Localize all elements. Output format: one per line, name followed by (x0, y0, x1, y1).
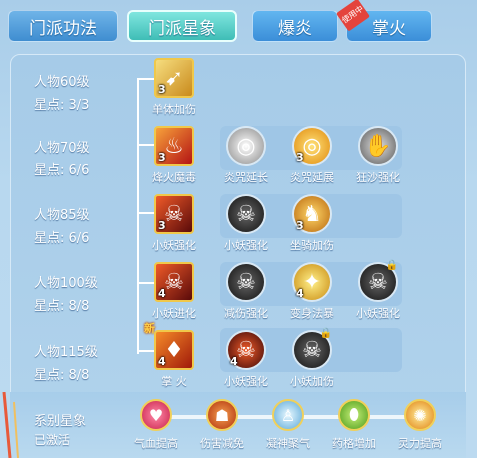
spirit-boost-icon: ✺ (404, 399, 436, 431)
tab-sect-constellation[interactable]: 门派星象 (127, 10, 237, 42)
minion-boost-icon: ☠ 4 (226, 330, 266, 370)
skill-level: 3 (158, 83, 166, 96)
skill-node[interactable]: ☠ 3 小妖强化 (142, 194, 206, 253)
damage-reduction-icon: ☗ (206, 399, 238, 431)
skill-node[interactable]: ♨ 3 烽火魔毒 (142, 126, 206, 185)
skill-label: 炎咒延长 (224, 171, 268, 184)
skill-label: 炎咒延展 (290, 171, 334, 184)
skill-node[interactable]: ♦ 4 掌 火 (142, 330, 206, 389)
skill-node[interactable]: ♞ 3 坐骑加伤 (280, 194, 344, 253)
skill-node[interactable]: ☠ 减伤强化 (214, 262, 278, 321)
effect-item[interactable]: ⬮ 药格增加 (319, 399, 389, 451)
heart-icon: ♥ (140, 399, 172, 431)
tab-blaze[interactable]: 爆炎 (252, 10, 338, 42)
skill-label: 小妖加伤 (290, 375, 334, 388)
damage-reduction-icon: ☠ (226, 262, 266, 302)
single-target-damage-icon: ➹ 3 (154, 58, 194, 98)
skill-level: 4 (296, 287, 304, 300)
skill-node[interactable]: ☠ 4 小妖强化 (214, 330, 278, 389)
decor-ornament-icon (2, 392, 19, 458)
star-points: 星点: 6/6 (34, 231, 90, 246)
potion-slot-icon: ⬮ (338, 399, 370, 431)
skill-level: 4 (158, 355, 166, 368)
lock-icon: 🔒 (319, 328, 332, 339)
minion-boost-icon: ☠ 3 (154, 194, 194, 234)
skill-node[interactable]: ✋ 狂沙强化 (346, 126, 410, 185)
palm-fire-icon: ♦ 4 (154, 330, 194, 370)
skill-label: 小妖进化 (152, 307, 196, 320)
focus-qi-icon: ♙ (272, 399, 304, 431)
skill-level: 3 (296, 151, 304, 164)
sandstorm-boost-icon: ✋ (358, 126, 398, 166)
effect-label: 药格增加 (332, 437, 376, 450)
effect-label: 伤害减免 (200, 437, 244, 450)
curse-extend-icon: ◎ (226, 126, 266, 166)
skill-level: 4 (230, 355, 238, 368)
minion-evolve-icon: ☠ 4 (154, 262, 194, 302)
skill-level: 3 (296, 219, 304, 232)
skill-label: 变身法暴 (290, 307, 334, 320)
effect-item[interactable]: ☗ 伤害减免 (187, 399, 257, 451)
series-title: 系别星象 (34, 414, 87, 429)
effect-item[interactable]: ♥ 气血提高 (121, 399, 191, 451)
level-label: 人物60级 (34, 75, 90, 90)
skill-node[interactable]: ✦ 4 变身法暴 (280, 262, 344, 321)
effect-label: 气血提高 (134, 437, 178, 450)
level-label: 人物100级 (34, 276, 98, 291)
tree-connector (137, 78, 139, 354)
transform-crit-icon: ✦ 4 (292, 262, 332, 302)
beacon-poison-icon: ♨ 3 (154, 126, 194, 166)
skill-level: 4 (158, 287, 166, 300)
skill-node[interactable]: ◎ 炎咒延长 (214, 126, 278, 185)
minion-boost-icon: ☠ 🔒 (358, 260, 398, 302)
skill-level: 3 (158, 151, 166, 164)
level-label: 人物115级 (34, 345, 98, 360)
star-points: 星点: 6/6 (34, 163, 90, 178)
star-points: 星点: 8/8 (34, 368, 90, 383)
skill-label: 减伤强化 (224, 307, 268, 320)
skill-label: 小妖强化 (224, 375, 268, 388)
skill-node[interactable]: ☠ 🔒 小妖加伤 (280, 328, 344, 389)
effect-label: 灵力提高 (398, 437, 442, 450)
level-label: 人物70级 (34, 141, 90, 156)
effect-item[interactable]: ♙ 凝神聚气 (253, 399, 323, 451)
skill-node[interactable]: ➹ 3 单体加伤 (142, 58, 206, 117)
skill-node[interactable]: ☠ 4 小妖进化 (142, 262, 206, 321)
curse-spread-icon: ◎ 3 (292, 126, 332, 166)
skill-label: 小妖强化 (356, 307, 400, 320)
lock-icon: 🔒 (385, 260, 398, 271)
tab-sect-skills[interactable]: 门派功法 (8, 10, 118, 42)
skill-level: 3 (158, 219, 166, 232)
skill-label: 小妖强化 (152, 239, 196, 252)
effect-label: 凝神聚气 (266, 437, 310, 450)
skill-node[interactable]: ☠ 小妖强化 (214, 194, 278, 253)
star-points: 星点: 3/3 (34, 98, 90, 113)
star-points: 星点: 8/8 (34, 299, 90, 314)
skill-label: 单体加伤 (152, 103, 196, 116)
skill-label: 掌 火 (161, 375, 187, 388)
skill-node[interactable]: ◎ 3 炎咒延展 (280, 126, 344, 185)
skill-label: 坐骑加伤 (290, 239, 334, 252)
mount-damage-icon: ♞ 3 (292, 194, 332, 234)
level-label: 人物85级 (34, 208, 90, 223)
effect-item[interactable]: ✺ 灵力提高 (385, 399, 455, 451)
skill-node[interactable]: ☠ 🔒 小妖强化 (346, 260, 410, 321)
skill-label: 小妖强化 (224, 239, 268, 252)
skill-label: 烽火魔毒 (152, 171, 196, 184)
series-status: 已激活 (34, 433, 71, 447)
skill-label: 狂沙强化 (356, 171, 400, 184)
tab-bar: 门派功法 门派星象 爆炎 掌火 使用中 (0, 0, 477, 52)
minion-damage-icon: ☠ 🔒 (292, 328, 332, 370)
minion-boost-icon: ☠ (226, 194, 266, 234)
